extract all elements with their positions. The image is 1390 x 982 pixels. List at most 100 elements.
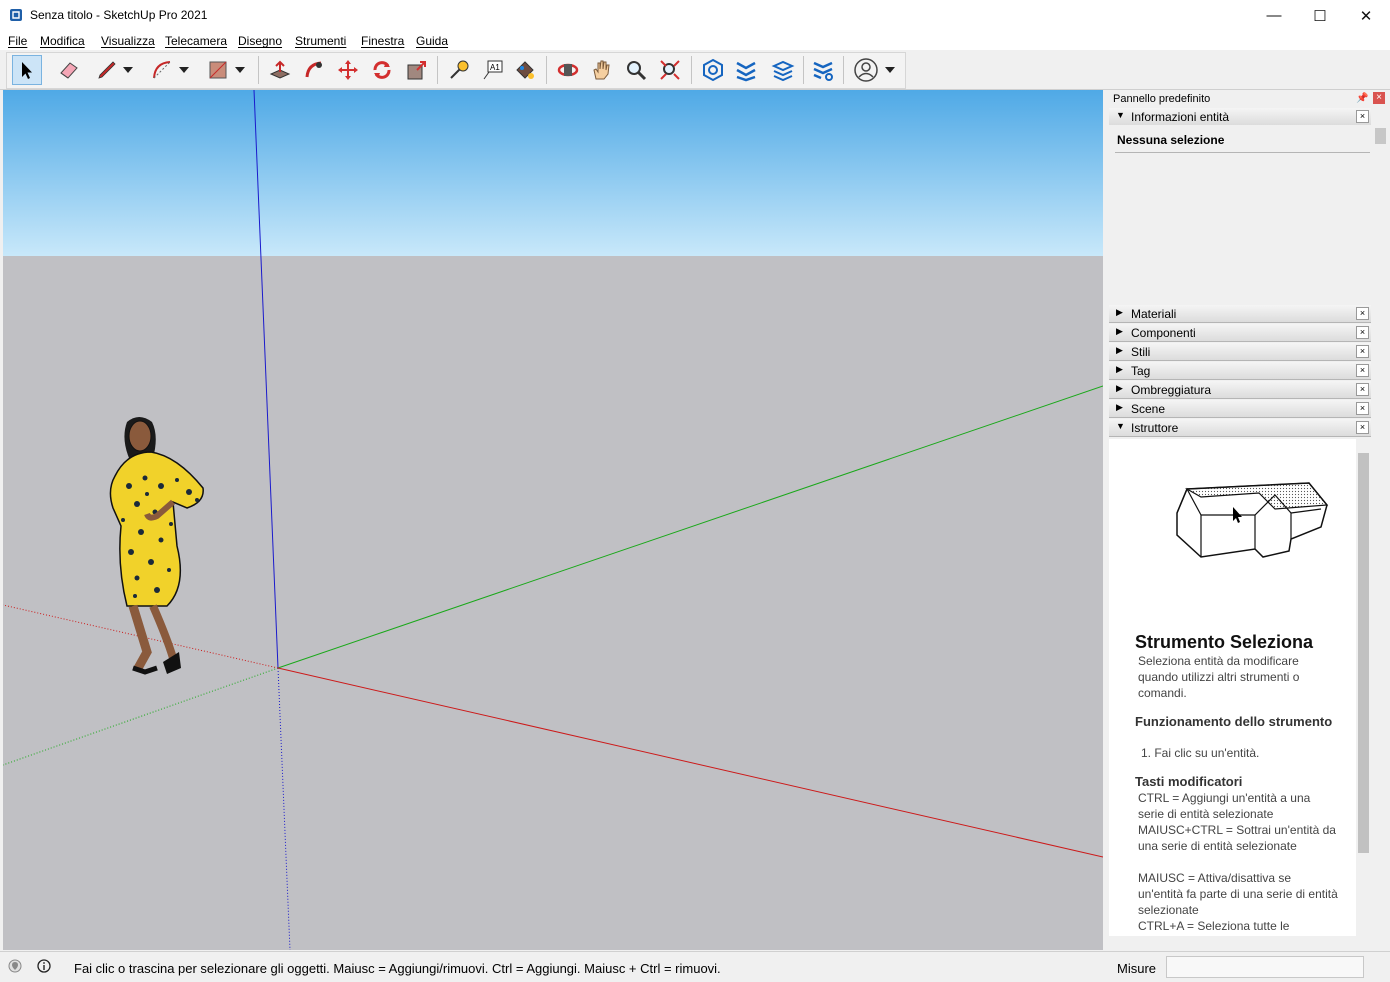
push-pull-tool-button[interactable] <box>265 55 295 85</box>
tray-close-button[interactable]: × <box>1356 383 1369 396</box>
measurements-input[interactable] <box>1166 956 1364 978</box>
scale-figure <box>109 417 204 675</box>
chevron-down-icon <box>885 67 895 73</box>
rectangle-tool-button[interactable] <box>203 55 233 85</box>
panel-scrollbar-thumb[interactable] <box>1375 128 1386 144</box>
paint-bucket-tool-button[interactable] <box>510 55 540 85</box>
instructor-modifier-heading: Tasti modificatori <box>1135 774 1243 789</box>
axes-and-model <box>3 90 1103 950</box>
panel-close-button[interactable]: × <box>1373 92 1385 104</box>
tray-label: Informazioni entità <box>1131 110 1230 124</box>
select-tool-illustration <box>1176 482 1329 558</box>
tray-close-button[interactable]: × <box>1356 364 1369 377</box>
collapsed-arrow-icon: ▶ <box>1116 326 1123 336</box>
arc-icon <box>153 61 171 79</box>
pan-tool-button[interactable] <box>587 55 617 85</box>
3d-viewport[interactable] <box>3 90 1103 950</box>
text-icon: A1 <box>483 60 503 80</box>
select-icon <box>22 62 32 79</box>
minimize-button[interactable]: — <box>1251 0 1297 31</box>
tray-header-entity-info[interactable]: ▼ Informazioni entità × <box>1109 108 1371 126</box>
tray-header-tag[interactable]: ▶ Tag × <box>1109 362 1371 380</box>
geo-location-icon[interactable] <box>8 959 22 973</box>
tray-header-stili[interactable]: ▶ Stili × <box>1109 343 1371 361</box>
instructor-scrollbar[interactable] <box>1356 439 1371 936</box>
zoom-extents-icon <box>660 60 680 80</box>
account-icon <box>854 58 878 82</box>
chevron-down-icon <box>179 67 189 73</box>
text-tool-button[interactable]: A1 <box>478 55 508 85</box>
tray-label: Tag <box>1131 364 1151 378</box>
toolbar-separator <box>843 56 844 84</box>
menu-finestra[interactable]: Finestra <box>361 34 404 48</box>
collapsed-arrow-icon: ▶ <box>1116 402 1123 412</box>
z-axis <box>253 90 279 669</box>
layout-button[interactable] <box>768 55 798 85</box>
tray-header-ombreggiatura[interactable]: ▶ Ombreggiatura × <box>1109 381 1371 399</box>
account-dropdown-button[interactable] <box>880 55 900 85</box>
follow-me-tool-button[interactable] <box>299 55 329 85</box>
rotate-icon <box>373 61 391 79</box>
arc-tool-button[interactable] <box>147 55 177 85</box>
toolbar-separator <box>546 56 547 84</box>
tray-close-button[interactable]: × <box>1356 110 1369 123</box>
divider <box>1115 152 1370 153</box>
toolbar-separator <box>803 56 804 84</box>
rotate-tool-button[interactable] <box>367 55 397 85</box>
instructor-operation-heading: Funzionamento dello strumento <box>1135 714 1333 729</box>
panel-scrollbar[interactable] <box>1372 108 1389 950</box>
panel-title: Pannello predefinito <box>1113 93 1211 105</box>
arc-dropdown-button[interactable] <box>174 55 194 85</box>
tape-measure-tool-button[interactable] <box>444 55 474 85</box>
eraser-tool-button[interactable] <box>54 55 84 85</box>
default-tray-panel: Pannello predefinito 📌 × ▼ Informazioni … <box>1108 90 1390 950</box>
status-bar: Fai clic o trascina per selezionare gli … <box>0 951 1390 982</box>
tray-close-button[interactable]: × <box>1356 307 1369 320</box>
tray-label: Scene <box>1131 402 1166 416</box>
tray-header-materiali[interactable]: ▶ Materiali × <box>1109 305 1371 323</box>
tray-label: Componenti <box>1131 326 1196 340</box>
info-icon[interactable] <box>37 959 51 973</box>
zoom-tool-button[interactable] <box>621 55 651 85</box>
tray-header-istruttore[interactable]: ▼ Istruttore × <box>1109 419 1371 437</box>
menu-strumenti[interactable]: Strumenti <box>295 34 346 48</box>
menu-disegno[interactable]: Disegno <box>238 34 282 48</box>
3d-warehouse-button[interactable] <box>698 55 728 85</box>
maximize-button[interactable]: ☐ <box>1297 0 1343 31</box>
zoom-extents-tool-button[interactable] <box>655 55 685 85</box>
z-axis-negative <box>277 667 291 950</box>
tray-close-button[interactable]: × <box>1356 402 1369 415</box>
tray-header-componenti[interactable]: ▶ Componenti × <box>1109 324 1371 342</box>
3d-warehouse-icon <box>703 58 723 82</box>
menu-visualizza[interactable]: Visualizza <box>101 34 155 48</box>
menu-file[interactable]: File <box>8 34 27 48</box>
rectangle-dropdown-button[interactable] <box>230 55 250 85</box>
extension-warehouse-button[interactable] <box>731 55 761 85</box>
tray-close-button[interactable]: × <box>1356 421 1369 434</box>
pencil-dropdown-button[interactable] <box>118 55 138 85</box>
menu-telecamera[interactable]: Telecamera <box>165 34 227 48</box>
extension-manager-button[interactable] <box>808 55 838 85</box>
toolbar-separator <box>437 56 438 84</box>
account-button[interactable] <box>851 55 881 85</box>
menu-bar: File Modifica Visualizza Telecamera Dise… <box>0 31 1390 50</box>
tray-close-button[interactable]: × <box>1356 345 1369 358</box>
layout-icon <box>771 60 795 82</box>
instructor-modifier-shift-ctrl: MAIUSC+CTRL = Sottrai un'entità da una s… <box>1138 823 1336 853</box>
orbit-tool-button[interactable] <box>553 55 583 85</box>
tray-close-button[interactable]: × <box>1356 326 1369 339</box>
zoom-icon <box>627 61 647 81</box>
instructor-scrollbar-thumb[interactable] <box>1358 453 1369 853</box>
pin-icon[interactable]: 📌 <box>1356 93 1368 104</box>
instructor-content: Strumento Seleziona Seleziona entità da … <box>1109 439 1356 936</box>
select-tool-button[interactable] <box>12 55 42 85</box>
close-button[interactable]: ✕ <box>1343 0 1389 31</box>
move-tool-button[interactable] <box>333 55 363 85</box>
paint-bucket-icon <box>516 61 534 79</box>
instructor-operation-step: 1. Fai clic su un'entità. <box>1141 746 1260 760</box>
tray-header-scene[interactable]: ▶ Scene × <box>1109 400 1371 418</box>
scale-tool-button[interactable] <box>402 55 432 85</box>
menu-guida[interactable]: Guida <box>416 34 448 48</box>
extension-manager-icon <box>813 61 833 81</box>
menu-modifica[interactable]: Modifica <box>40 34 85 48</box>
